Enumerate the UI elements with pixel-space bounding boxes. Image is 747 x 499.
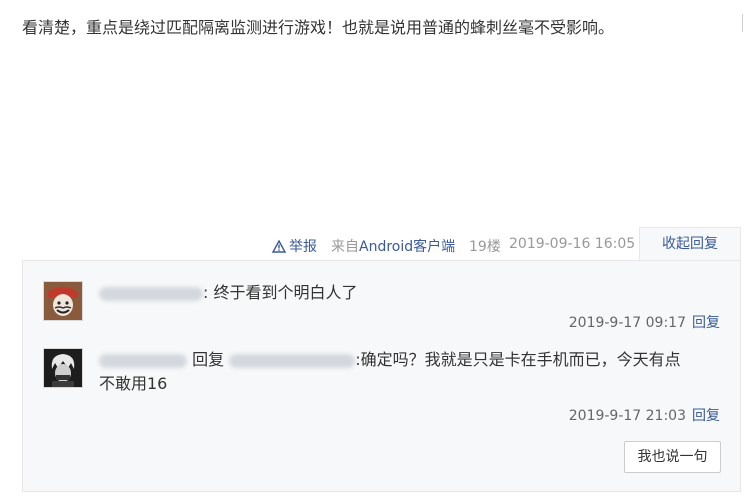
add-comment-button[interactable]: 我也说一句: [624, 441, 721, 473]
reply-text-continued: 不敢用16: [99, 374, 168, 393]
user-avatar[interactable]: [43, 281, 83, 321]
reply-meta: 2019-9-17 09:17 回复: [569, 312, 720, 332]
reply-content: 回复 :确定吗？我就是只是卡在手机而已，今天有点 不敢用16: [99, 348, 727, 396]
report-link[interactable]: 举报: [272, 236, 317, 256]
floor-number: 19楼: [469, 239, 501, 255]
scrollbar-edge: [742, 14, 747, 32]
source-prefix: 来自: [331, 239, 359, 255]
pirate-avatar-icon: [44, 282, 82, 320]
post-content: 看清楚，重点是绕过匹配隔离监测进行游戏！也就是说用普通的蜂刺丝毫不受影响。: [22, 18, 615, 37]
reply-time: 2019-9-17 09:17: [568, 315, 686, 331]
report-label: 举报: [289, 239, 317, 255]
reply-text: : 终于看到个明白人了: [203, 283, 358, 302]
reply-list: : 终于看到个明白人了 2019-9-17 09:17 回复 回复 :确定吗？我就…: [22, 260, 741, 492]
post-source: 来自Android客户端: [331, 236, 455, 256]
reply-content: : 终于看到个明白人了: [99, 281, 357, 305]
reply-time: 2019-9-17 21:03: [568, 408, 686, 424]
blurred-username[interactable]: [99, 286, 203, 301]
user-avatar[interactable]: [43, 348, 83, 388]
blurred-target-username[interactable]: [229, 353, 356, 368]
white-hair-avatar-icon: [44, 349, 82, 387]
reply-text: :确定吗？我就是只是卡在手机而已，今天有点: [355, 350, 681, 369]
reply-meta: 2019-9-17 21:03 回复: [569, 405, 720, 425]
blurred-username[interactable]: [99, 353, 187, 368]
post-meta-row: 举报 来自Android客户端 19楼 2019-09-16 16:05 收起回…: [0, 227, 747, 260]
source-device-link[interactable]: Android客户端: [359, 239, 455, 255]
collapse-replies-button[interactable]: 收起回复: [639, 227, 741, 260]
reply-to-word: 回复: [192, 350, 225, 369]
warning-icon: [272, 239, 286, 253]
post-time: 2019-09-16 16:05: [509, 236, 636, 252]
reply-button[interactable]: 回复: [692, 408, 720, 424]
reply-button[interactable]: 回复: [692, 315, 720, 331]
